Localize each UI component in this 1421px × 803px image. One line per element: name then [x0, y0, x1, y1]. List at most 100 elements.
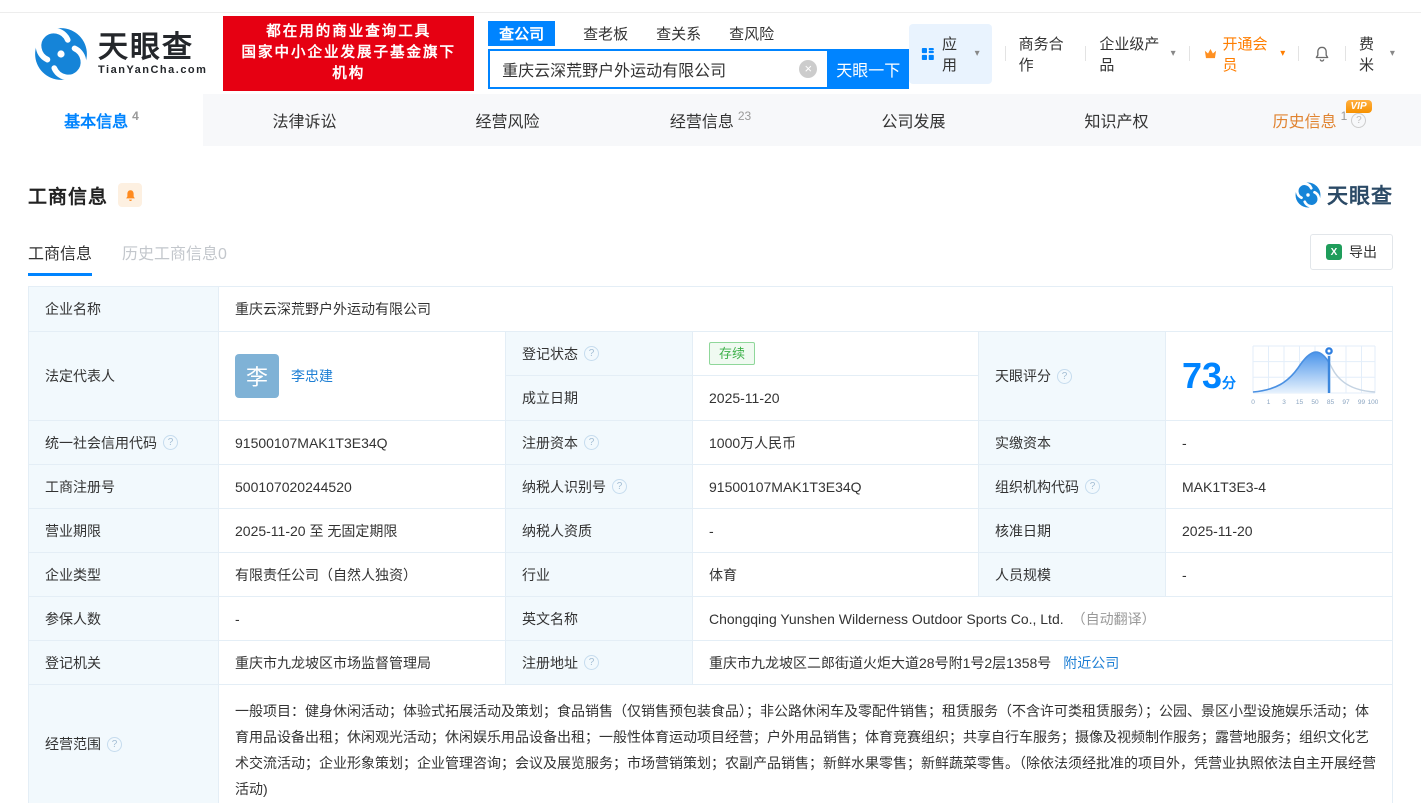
bell-icon	[1315, 46, 1329, 62]
tianyancha-logo[interactable]: 天眼查 TianYanCha.com	[34, 27, 207, 81]
apps-label: 应用	[941, 35, 957, 74]
reg-capital-label: 注册资本 ?	[506, 421, 693, 465]
help-icon[interactable]: ?	[1085, 479, 1100, 494]
help-icon[interactable]: ?	[584, 655, 599, 670]
svg-text:99: 99	[1358, 399, 1366, 406]
legal-rep-avatar[interactable]: 李	[235, 354, 279, 398]
search-input[interactable]	[488, 48, 828, 89]
credit-code-value: 91500107MAK1T3E34Q	[219, 421, 506, 465]
user-menu[interactable]: 费米 ▾	[1359, 33, 1395, 75]
nearby-companies-link[interactable]: 附近公司	[1063, 653, 1119, 673]
legal-rep-label: 法定代表人	[29, 332, 219, 421]
company-type-label: 企业类型	[29, 553, 219, 597]
svg-text:100: 100	[1368, 399, 1378, 406]
tianyancha-watermark: 天眼查	[1295, 180, 1393, 210]
reg-authority-value: 重庆市九龙坡区市场监督管理局	[219, 641, 506, 685]
main-content: 工商信息 天眼查 工商信息 历史工商信息0 X 导出 企业名称 重庆云深荒野户外…	[0, 180, 1421, 803]
staff-size-label: 人员规模	[979, 553, 1166, 597]
search-tab-risk[interactable]: 查风险	[729, 23, 774, 44]
help-icon[interactable]: ?	[612, 479, 627, 494]
open-vip-button[interactable]: 开通会员 ▾	[1203, 33, 1285, 75]
help-icon[interactable]: ?	[163, 435, 178, 450]
svg-text:1: 1	[1267, 399, 1271, 406]
export-button[interactable]: X 导出	[1310, 234, 1393, 270]
insured-count-label: 参保人数	[29, 597, 219, 641]
tyc-score-label: 天眼评分 ?	[979, 332, 1166, 421]
clear-search-icon[interactable]: ×	[799, 59, 818, 78]
reg-number-value: 500107020244520	[219, 465, 506, 509]
paid-capital-value: -	[1166, 421, 1393, 465]
brand-slogan-banner: 都在用的商业查询工具 国家中小企业发展子基金旗下机构	[223, 16, 475, 91]
reg-authority-label: 登记机关	[29, 641, 219, 685]
taxpayer-qualification-value: -	[693, 509, 979, 553]
tianyancha-swirl-icon	[1295, 182, 1321, 208]
apps-grid-icon	[922, 47, 935, 60]
notifications-button[interactable]	[1312, 44, 1332, 64]
chevron-down-icon: ▾	[1389, 48, 1395, 59]
approval-date-label: 核准日期	[979, 509, 1166, 553]
apps-menu-button[interactable]: 应用 ▾	[909, 23, 992, 84]
approval-date-value: 2025-11-20	[1166, 509, 1393, 553]
org-code-value: MAK1T3E3-4	[1166, 465, 1393, 509]
score-number: 73	[1182, 355, 1223, 396]
help-icon[interactable]: ?	[584, 435, 599, 450]
tyc-score-value[interactable]: 73分 0 1 3 15 50 85 97 99 100	[1166, 332, 1393, 421]
tab-basic-info[interactable]: 基本信息 4	[0, 94, 203, 146]
business-term-value: 2025-11-20 至 无固定期限	[219, 509, 506, 553]
svg-text:0: 0	[1251, 399, 1255, 406]
english-name-label: 英文名称	[506, 597, 693, 641]
reg-capital-value: 1000万人民币	[693, 421, 979, 465]
help-icon[interactable]: ?	[1057, 368, 1072, 384]
search-button[interactable]: 天眼一下	[827, 48, 910, 89]
slogan-line-2: 国家中小企业发展子基金旗下机构	[241, 45, 456, 82]
company-type-value: 有限责任公司（自然人独资）	[219, 553, 506, 597]
svg-text:50: 50	[1311, 399, 1319, 406]
reg-number-label: 工商注册号	[29, 465, 219, 509]
svg-text:15: 15	[1296, 399, 1304, 406]
brand-domain: TianYanCha.com	[98, 63, 208, 76]
svg-text:3: 3	[1282, 399, 1286, 406]
tab-legal-litigation[interactable]: 法律诉讼	[203, 94, 406, 146]
search-tab-boss[interactable]: 查老板	[583, 23, 628, 44]
business-term-label: 营业期限	[29, 509, 219, 553]
tab-company-development[interactable]: 公司发展	[812, 94, 1015, 146]
subtab-history-registration[interactable]: 历史工商信息0	[122, 240, 227, 276]
legal-rep-link[interactable]: 李忠建	[291, 366, 333, 386]
tab-operating-risk[interactable]: 经营风险	[406, 94, 609, 146]
company-name-value: 重庆云深荒野户外运动有限公司	[219, 287, 1393, 332]
search-tab-relation[interactable]: 查关系	[656, 23, 701, 44]
header-right-nav: 应用 ▾ 商务合作 企业级产品 ▾ 开通会员 ▾ 费米 ▾	[909, 23, 1395, 84]
subtab-business-registration[interactable]: 工商信息	[28, 240, 93, 276]
business-registration-table: 企业名称 重庆云深荒野户外运动有限公司 法定代表人 李 李忠建 登记状态 ? 存…	[28, 286, 1393, 803]
search-module: 查公司 查老板 查关系 查风险 × 天眼一下	[488, 21, 910, 89]
legal-rep-value: 李 李忠建	[219, 332, 506, 421]
taxpayer-id-label: 纳税人识别号 ?	[506, 465, 693, 509]
score-distribution-chart: 0 1 3 15 50 85 97 99 100	[1251, 345, 1378, 406]
help-icon[interactable]: ?	[584, 346, 599, 361]
username: 费米	[1359, 35, 1375, 74]
tab-business-info[interactable]: 经营信息 23	[609, 94, 812, 146]
industry-value: 体育	[693, 553, 979, 597]
section-title: 工商信息	[28, 186, 109, 208]
vip-badge: VIP	[1345, 100, 1372, 113]
score-unit: 分	[1222, 375, 1237, 391]
establish-date-value: 2025-11-20	[693, 376, 979, 421]
help-icon[interactable]: ?	[1351, 112, 1367, 128]
industry-label: 行业	[506, 553, 693, 597]
tab-intellectual-property[interactable]: 知识产权	[1015, 94, 1218, 146]
page-top-divider	[0, 0, 1421, 13]
business-cooperation-link[interactable]: 商务合作	[1019, 33, 1073, 75]
subscribe-bell-button[interactable]	[118, 183, 143, 207]
company-section-tabs: 基本信息 4 法律诉讼 经营风险 经营信息 23 公司发展 知识产权 VIP 历史信…	[0, 94, 1421, 146]
search-tab-company[interactable]: 查公司	[488, 21, 556, 46]
tab-history-info[interactable]: VIP 历史信息 1 ?	[1218, 94, 1421, 146]
enterprise-products-menu[interactable]: 企业级产品 ▾	[1099, 33, 1175, 75]
reg-address-label: 注册地址 ?	[506, 641, 693, 685]
staff-size-value: -	[1166, 553, 1393, 597]
help-icon[interactable]: ?	[107, 736, 122, 752]
bell-icon	[125, 189, 135, 201]
reg-status-label: 登记状态 ?	[506, 332, 693, 376]
reg-status-value: 存续	[693, 332, 979, 376]
status-badge: 存续	[709, 342, 756, 365]
brand-name: 天眼查	[98, 30, 194, 64]
